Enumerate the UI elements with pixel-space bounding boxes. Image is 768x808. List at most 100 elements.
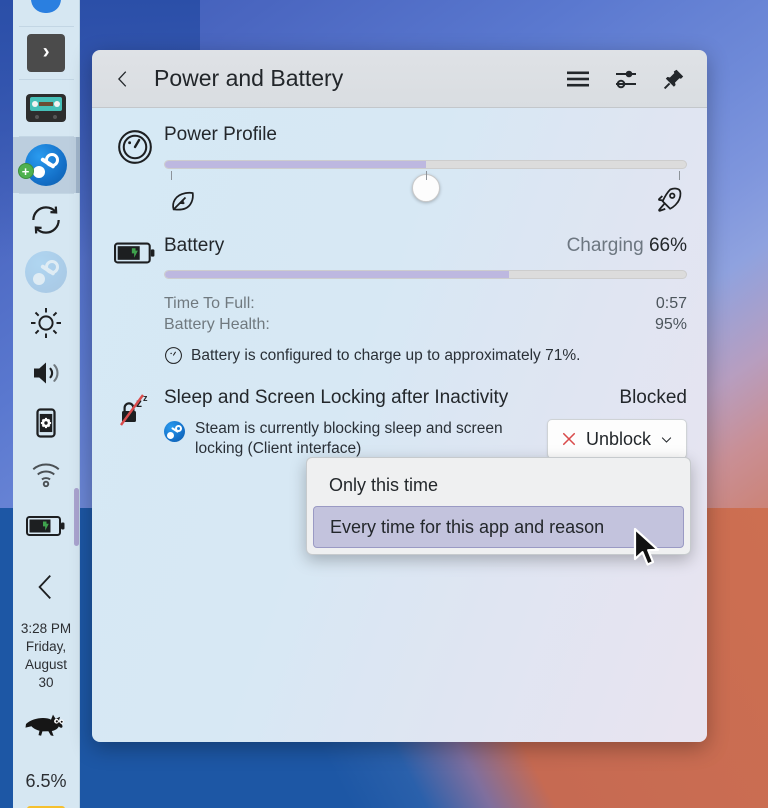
unblock-dropdown-menu: Only this time Every time for this app a…	[306, 457, 691, 555]
sidebar-item-cpu-cat[interactable]	[13, 692, 80, 756]
steam-icon-faded	[25, 251, 67, 293]
unblock-button[interactable]: Unblock	[546, 419, 687, 459]
configure-sliders-icon	[616, 70, 636, 88]
wifi-icon	[32, 463, 60, 488]
sleep-title: Sleep and Screen Locking after Inactivit…	[164, 387, 509, 408]
speedometer-icon	[118, 130, 152, 164]
battery-body: Battery Charging 66% Time To Full: 0:57	[164, 235, 687, 365]
sidebar-item-volume[interactable]	[13, 348, 80, 398]
battery-row-time-to-full: Time To Full: 0:57	[164, 295, 687, 313]
sidebar-item-refresh[interactable]	[13, 194, 80, 246]
power-profile-head: Power Profile	[164, 124, 687, 146]
hamburger-menu-button[interactable]	[565, 66, 591, 92]
back-button[interactable]	[108, 64, 138, 94]
battery-charge-limit-note: Battery is configured to charge up to ap…	[164, 346, 687, 365]
power-profile-slider[interactable]	[164, 160, 687, 215]
sidebar-item-steam[interactable]: +	[12, 137, 80, 193]
terminal-prompt-glyph: ›	[39, 41, 53, 65]
brightness-sun-icon	[31, 308, 61, 338]
power-and-battery-popup: Power and Battery Power Profile Battery …	[92, 50, 707, 742]
power-profile-title: Power Profile	[164, 124, 277, 145]
battery-charging-label: Charging	[566, 235, 644, 256]
sidebar-item-brightness[interactable]	[13, 298, 80, 348]
sleep-reason-text: Steam is currently blocking sleep and sc…	[195, 420, 503, 457]
sidebar-item-wifi[interactable]	[13, 448, 80, 498]
time-to-full-value: 0:57	[655, 295, 687, 312]
power-profile-body: Power Profile	[164, 124, 687, 215]
terminal-icon: ›	[27, 34, 65, 72]
dropdown-item-every-time[interactable]: Every time for this app and reason	[313, 506, 684, 548]
add-badge-icon: +	[17, 163, 34, 179]
popup-titlebar: Power and Battery	[92, 50, 707, 108]
cpu-percent-label: 6.5%	[25, 770, 67, 791]
running-cat-icon	[25, 714, 64, 736]
clock-time: 3:28 PM	[20, 621, 72, 636]
pin-icon	[663, 69, 684, 89]
sleep-body: Sleep and Screen Locking after Inactivit…	[164, 387, 687, 459]
sleep-head: Sleep and Screen Locking after Inactivit…	[164, 387, 687, 409]
battery-note-text: Battery is configured to charge up to ap…	[191, 346, 581, 364]
sleep-app-icon-slot	[164, 421, 185, 442]
battery-charging-icon	[26, 516, 65, 536]
refresh-icon	[32, 206, 60, 234]
battery-title: Battery	[164, 235, 225, 256]
battery-section: Battery Charging 66% Time To Full: 0:57	[106, 235, 687, 365]
sidebar-item-steam-inactive[interactable]	[13, 246, 80, 298]
clock-day: 30	[38, 675, 54, 690]
device-gear-icon	[36, 408, 56, 438]
power-profile-section: Power Profile	[106, 124, 687, 215]
power-profile-ticks	[164, 171, 687, 181]
time-to-full-label: Time To Full:	[164, 295, 255, 312]
svg-text:z: z	[143, 393, 148, 403]
titlebar-actions	[565, 66, 687, 92]
sleep-reason-row: Steam is currently blocking sleep and sc…	[164, 419, 687, 459]
configure-button[interactable]	[613, 66, 639, 92]
volume-icon	[34, 362, 59, 384]
sidebar-item-terminal[interactable]: ›	[13, 27, 80, 79]
battery-charging-icon	[114, 242, 155, 264]
sidebar-item-collapse[interactable]	[13, 554, 80, 620]
battery-row-health: Battery Health: 95%	[164, 316, 687, 334]
chevron-left-icon	[38, 575, 51, 599]
sleep-icon-slot: z z	[106, 387, 164, 459]
desktop: › + 3:28 PM Friday, August 30 6.5% Power…	[0, 0, 768, 808]
sidebar-item-partial-top[interactable]	[13, 0, 80, 26]
close-x-icon	[562, 432, 576, 446]
sleep-status: Blocked	[619, 387, 687, 408]
chevron-down-icon	[661, 436, 672, 443]
battery-level-bar	[164, 270, 687, 279]
unblock-label: Unblock	[585, 428, 651, 449]
cassette-tape-icon	[26, 94, 66, 122]
steam-icon	[164, 421, 185, 442]
sidebar-clock[interactable]: 3:28 PM Friday, August 30	[13, 620, 80, 692]
sidebar-item-device-settings[interactable]	[13, 398, 80, 448]
battery-health-label: Battery Health:	[164, 316, 270, 333]
sidebar-cpu-percent: 6.5%	[13, 756, 80, 806]
hamburger-menu-icon	[567, 71, 589, 86]
battery-head: Battery Charging 66%	[164, 235, 687, 257]
sidebar-item-cassette[interactable]	[13, 80, 80, 136]
clock-month: August	[24, 657, 68, 672]
dropdown-item-only-this-time[interactable]: Only this time	[313, 464, 684, 506]
rocket-icon	[658, 187, 682, 212]
battery-level-fill	[165, 271, 509, 278]
clock-weekday: Friday,	[25, 639, 67, 654]
pin-button[interactable]	[661, 66, 687, 92]
battery-status: Charging 66%	[567, 235, 687, 257]
sidebar-scrollbar[interactable]	[74, 488, 79, 546]
chevron-left-icon	[117, 70, 127, 87]
power-profile-fill	[165, 161, 426, 168]
page-title: Power and Battery	[154, 65, 344, 91]
power-profile-track[interactable]	[164, 160, 687, 169]
sidebar-item-battery[interactable]	[13, 498, 80, 554]
plasma-sidebar: › + 3:28 PM Friday, August 30 6.5%	[12, 0, 80, 808]
leaf-icon	[172, 191, 194, 211]
battery-percent-label: 66%	[648, 235, 687, 256]
sleep-lock-disabled-icon: z z	[120, 393, 148, 426]
battery-health-value: 95%	[654, 316, 687, 333]
battery-icon-slot	[106, 235, 164, 365]
info-icon	[165, 347, 182, 364]
power-profile-icon-slot	[106, 124, 164, 215]
popup-content: Power Profile Battery Charging 66% Time …	[92, 108, 707, 742]
sleep-section: z z Sleep and Screen Locking after Inact…	[106, 387, 687, 459]
